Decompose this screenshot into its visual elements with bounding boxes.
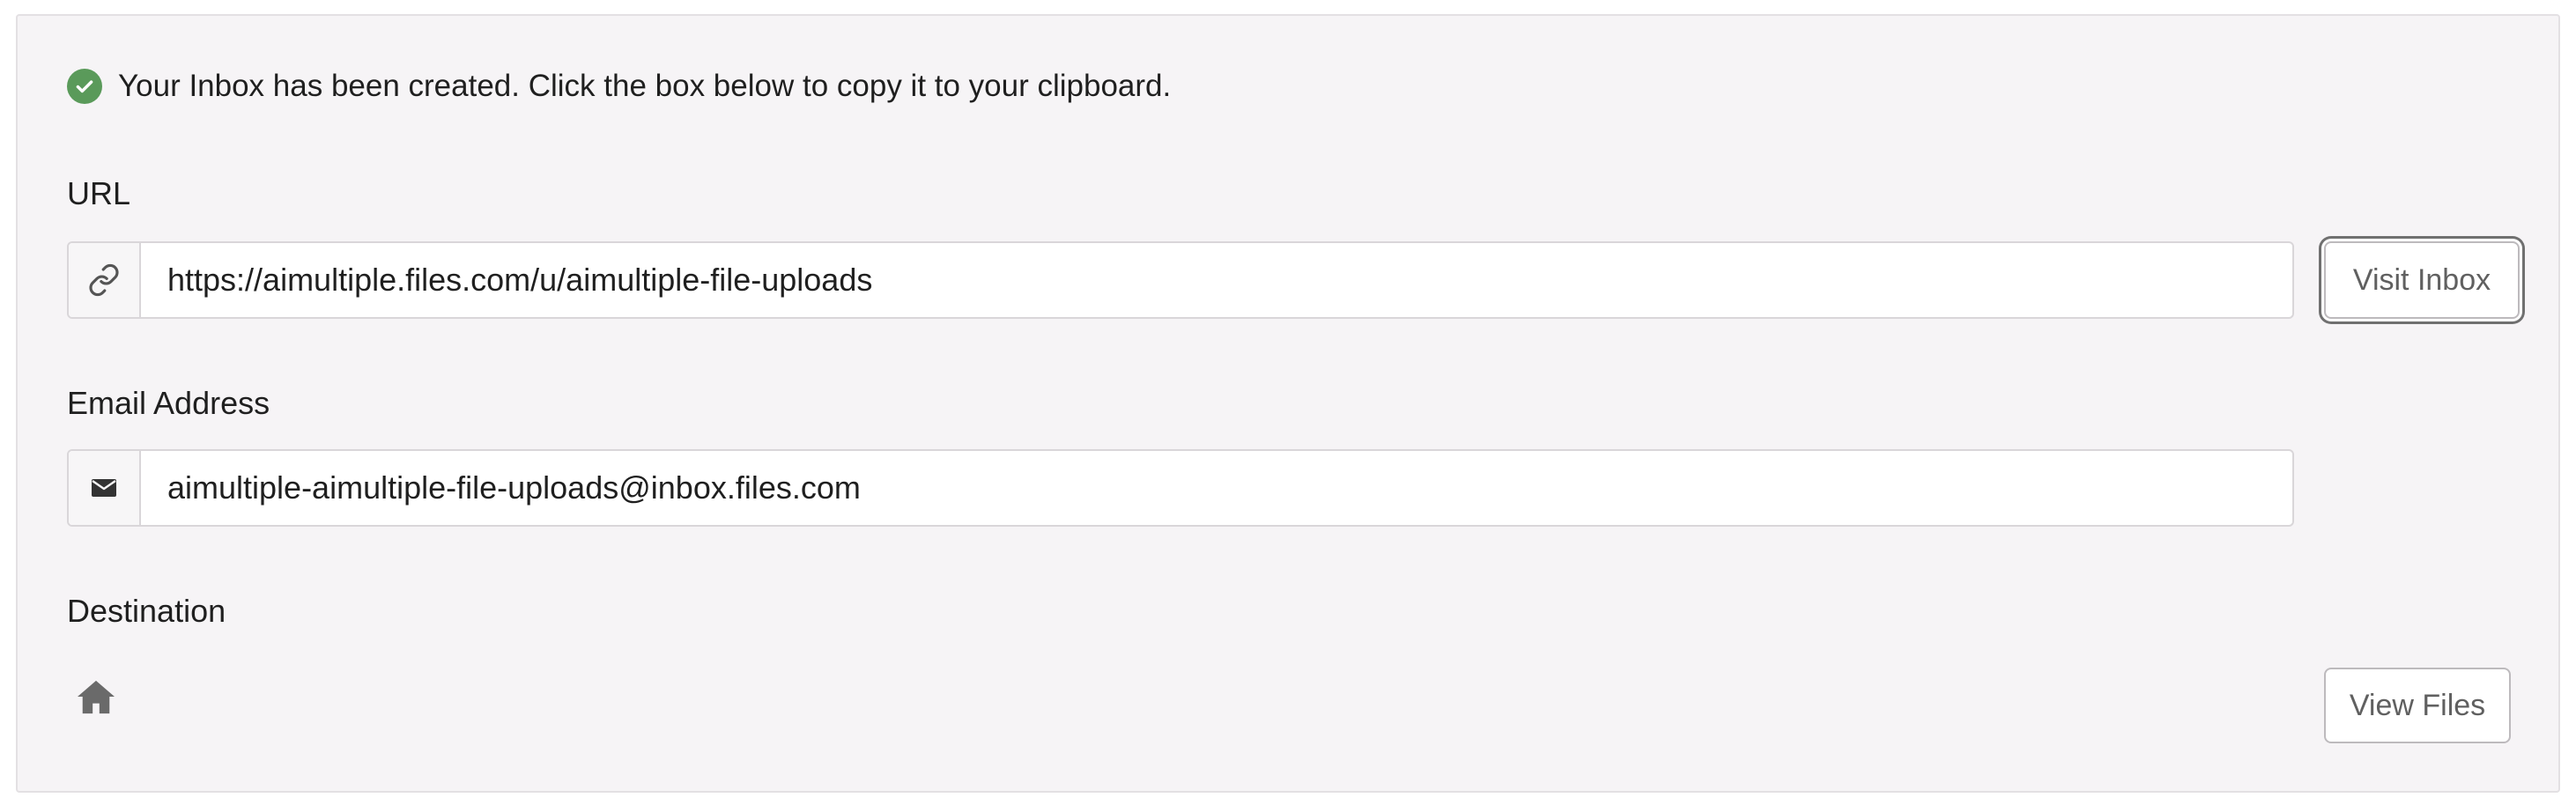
destination-label: Destination bbox=[67, 593, 226, 629]
visit-inbox-button[interactable]: Visit Inbox bbox=[2324, 241, 2520, 319]
inbox-created-panel: Your Inbox has been created. Click the b… bbox=[16, 14, 2560, 793]
link-icon bbox=[69, 243, 141, 317]
url-value[interactable]: https://aimultiple.files.com/u/aimultipl… bbox=[141, 243, 2292, 317]
view-files-button[interactable]: View Files bbox=[2324, 668, 2511, 743]
url-label: URL bbox=[67, 175, 131, 211]
success-message-text: Your Inbox has been created. Click the b… bbox=[118, 69, 1172, 103]
email-value[interactable]: aimultiple-aimultiple-file-uploads@inbox… bbox=[141, 451, 2292, 525]
home-icon[interactable] bbox=[76, 678, 116, 720]
email-address-label: Email Address bbox=[67, 385, 270, 421]
url-field[interactable]: https://aimultiple.files.com/u/aimultipl… bbox=[67, 241, 2294, 319]
envelope-icon bbox=[69, 451, 141, 525]
success-message: Your Inbox has been created. Click the b… bbox=[67, 69, 1171, 104]
email-field[interactable]: aimultiple-aimultiple-file-uploads@inbox… bbox=[67, 449, 2294, 527]
success-check-icon bbox=[67, 69, 102, 104]
